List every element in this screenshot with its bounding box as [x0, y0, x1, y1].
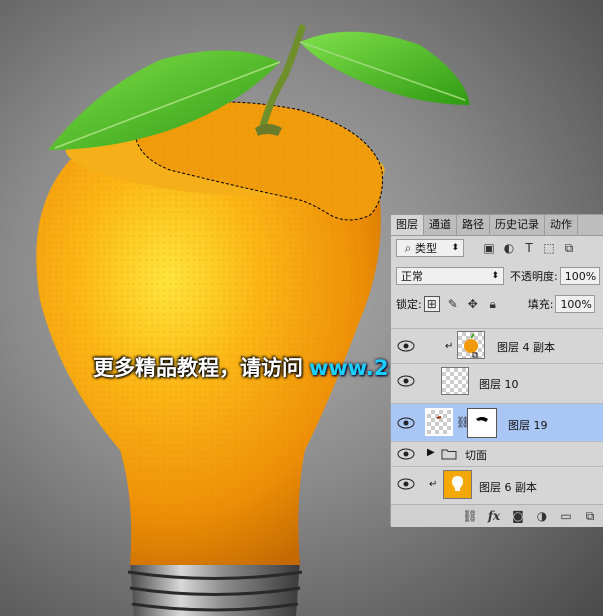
bulb-base [127, 560, 303, 616]
lock-row: 锁定: ⊞ ✎ ✥ 🔒︎ 填充: 100% [391, 295, 603, 313]
eye-icon[interactable] [397, 416, 415, 430]
blend-mode-value: 正常 [401, 270, 423, 283]
orange-bulb [36, 101, 385, 565]
opacity-value: 100% [564, 269, 597, 283]
opacity-label: 不透明度: [510, 270, 558, 283]
layer-thumbnail [457, 331, 485, 359]
layers-panel: 图层 通道 路径 历史记录 动作 ⌕ 类型 ⬍ ▣ ◐ T ⬚ ⧉ 正常 ⬍ 不… [390, 214, 603, 527]
search-icon: ⌕ [404, 240, 412, 255]
new-layer-icon[interactable]: ⧉ [583, 509, 597, 523]
chevron-updown-icon: ⬍ [451, 243, 459, 253]
adjustment-icon[interactable]: ◑ [535, 509, 549, 523]
clip-arrow-icon: ↵ [445, 341, 454, 352]
layer-row-selected[interactable]: ⛓ 图层 19 [391, 403, 603, 441]
lock-transparent-icon[interactable]: ⊞ [423, 296, 440, 312]
folder-icon [441, 449, 457, 460]
lock-paint-icon[interactable]: ✎ [446, 297, 460, 311]
filter-kind-select[interactable]: ⌕ 类型 ⬍ [396, 239, 464, 257]
filter-kind-label: 类型 [415, 242, 437, 255]
lock-move-icon[interactable]: ✥ [466, 297, 480, 311]
layer-name: 图层 19 [508, 419, 548, 432]
layer-thumbnail [425, 408, 453, 436]
tab-channels[interactable]: 通道 [424, 215, 457, 235]
smart-object-filter-icon[interactable]: ⧉ [562, 241, 576, 255]
eye-icon[interactable] [397, 477, 415, 491]
stem-and-leaves [48, 24, 470, 150]
eye-icon[interactable] [397, 447, 415, 461]
watermark-text: 更多精品教程，请访问 [93, 356, 303, 380]
image-filter-icon[interactable]: ▣ [482, 241, 496, 255]
chevron-right-icon[interactable]: ▶ [427, 447, 435, 458]
chevron-updown-icon: ⬍ [491, 271, 499, 281]
panel-tabs: 图层 通道 路径 历史记录 动作 [391, 215, 603, 236]
blend-row: 正常 ⬍ 不透明度: 100% [391, 267, 603, 285]
fx-icon[interactable]: fx [487, 509, 501, 523]
layer-name: 图层 6 副本 [479, 481, 537, 494]
filter-row: ⌕ 类型 ⬍ ▣ ◐ T ⬚ ⧉ [391, 239, 603, 257]
tab-layers[interactable]: 图层 [391, 215, 424, 235]
layer-row[interactable]: ↵ 图层 6 副本 [391, 466, 603, 502]
folder-icon[interactable]: ▭ [559, 509, 573, 523]
eye-icon[interactable] [397, 374, 415, 388]
layer-thumbnail [443, 470, 472, 499]
group-name: 切面 [465, 449, 487, 462]
smart-object-icon: ⧉ [472, 351, 479, 361]
opacity-input[interactable]: 100% [559, 267, 600, 285]
tab-actions[interactable]: 动作 [545, 215, 578, 235]
fill-label: 填充: [527, 298, 554, 311]
tab-paths[interactable]: 路径 [457, 215, 490, 235]
shape-filter-icon[interactable]: ⬚ [542, 241, 556, 255]
layer-name: 图层 10 [479, 378, 519, 391]
blend-mode-select[interactable]: 正常 ⬍ [396, 267, 504, 285]
adjustment-filter-icon[interactable]: ◐ [502, 241, 516, 255]
clip-arrow-icon: ↵ [429, 479, 438, 490]
mask-icon[interactable]: ◙ [511, 509, 525, 523]
lock-label: 锁定: [396, 298, 422, 311]
layer-name: 图层 4 副本 [497, 341, 555, 354]
layer-mask-thumbnail[interactable] [467, 408, 497, 438]
link-icon[interactable]: ⛓ [462, 509, 477, 523]
layer-row[interactable]: ↵ ⧉ 图层 4 副本 [391, 328, 603, 363]
lock-all-icon[interactable]: 🔒︎ [486, 297, 500, 311]
fill-input[interactable]: 100% [555, 295, 596, 313]
layer-group-row[interactable]: ▶ 切面 [391, 441, 603, 466]
layer-thumbnail [441, 367, 469, 395]
fill-value: 100% [560, 297, 592, 311]
eye-icon[interactable] [397, 339, 415, 353]
tab-history[interactable]: 历史记录 [490, 215, 545, 235]
type-filter-icon[interactable]: T [522, 241, 536, 255]
layer-row[interactable]: 图层 10 [391, 363, 603, 398]
panel-footer: ⛓ fx ◙ ◑ ▭ ⧉ [391, 504, 603, 527]
